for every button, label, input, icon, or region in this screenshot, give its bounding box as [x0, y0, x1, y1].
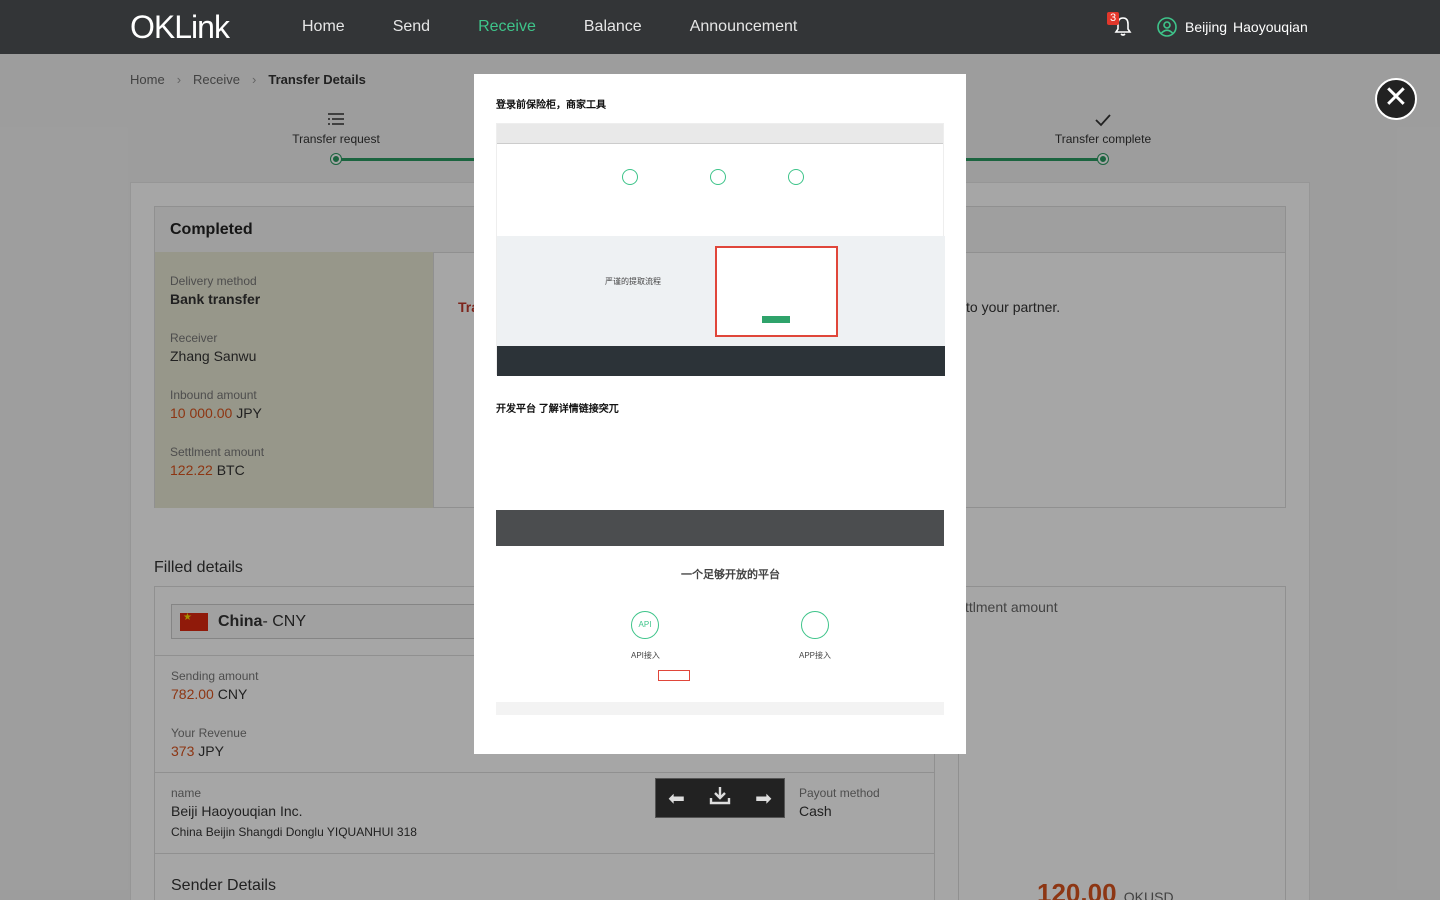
viewer-caption-1: 登录前保险柜，商家工具 — [496, 100, 606, 111]
preview-footer — [496, 702, 944, 715]
confirm-button-preview — [762, 316, 790, 323]
api-label: API接入 — [631, 651, 660, 660]
nav-balance[interactable]: Balance — [584, 18, 642, 36]
api-icon: API — [631, 611, 659, 639]
logo-link: Link — [174, 8, 230, 45]
user-icon — [1157, 17, 1177, 37]
hero-image — [496, 510, 944, 546]
highlight-box — [658, 670, 690, 681]
image-viewer: 登录前保险柜，商家工具 严谨的提取流程 开发平台 了解详情链接突兀 一个足够开放… — [474, 74, 966, 754]
user-city: Beijing — [1185, 19, 1228, 35]
browser-bar — [497, 124, 943, 144]
screenshot-preview-1: 严谨的提取流程 — [496, 123, 945, 376]
nav-send[interactable]: Send — [393, 18, 430, 36]
download-icon[interactable] — [709, 785, 731, 811]
shot1-heading: 严谨的提取流程 — [605, 277, 661, 286]
main-menu: Home Send Receive Balance Announcement — [302, 0, 845, 54]
app-label: APP接入 — [799, 651, 832, 660]
logo-ok: OK — [130, 8, 175, 45]
user-name: Haoyouqian — [1233, 19, 1308, 35]
app-icon — [801, 611, 829, 639]
nav-announcement[interactable]: Announcement — [690, 18, 798, 36]
arrow-left-icon[interactable]: ⬅ — [668, 786, 685, 811]
feature-icon — [788, 169, 804, 185]
user-menu[interactable]: Beijing Haoyouqian — [1157, 17, 1314, 37]
viewer-toolbar: ⬅ ➡ — [655, 778, 785, 818]
feature-icon — [622, 169, 638, 185]
lock-icon — [710, 169, 726, 185]
footer-preview — [497, 346, 945, 376]
viewer-caption-2: 开发平台 了解详情链接突兀 — [496, 404, 619, 415]
arrow-right-icon[interactable]: ➡ — [755, 786, 772, 811]
screenshot-preview-2: 一个足够开放的平台 API API接入 APP接入 — [496, 510, 944, 715]
nav-receive[interactable]: Receive — [478, 18, 536, 36]
oklink-logo[interactable]: OK Link — [130, 8, 230, 45]
highlight-box — [715, 246, 838, 337]
top-nav: OK Link Home Send Receive Balance Announc… — [0, 0, 1440, 54]
nav-home[interactable]: Home — [302, 18, 345, 36]
close-icon[interactable]: ✕ — [1375, 78, 1417, 120]
notification-badge: 3 — [1107, 12, 1120, 25]
shot2-heading: 一个足够开放的平台 — [681, 569, 780, 581]
